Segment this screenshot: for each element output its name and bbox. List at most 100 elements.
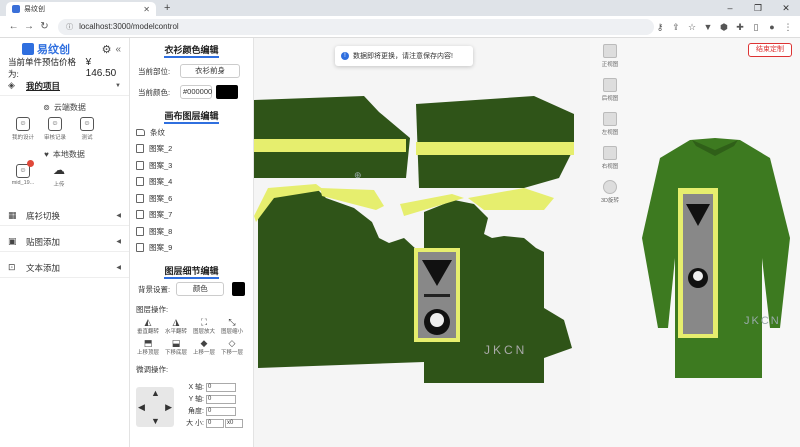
canvas-edit-title-text: 画布图层编辑 xyxy=(164,111,219,124)
sidebar: 易纹创 ⚙ « 当前单件预估价格为: ¥ 146.50 ◈ 我的项目 ▼ ⊚ 云端… xyxy=(0,38,130,447)
op-flip-horizontal[interactable]: ◮ 水平翻转 xyxy=(162,317,190,335)
coord-y-input[interactable]: 0 xyxy=(206,394,236,404)
layer-item[interactable]: 图案_6 xyxy=(136,190,247,207)
part-select[interactable]: 衣衫前身 xyxy=(180,64,240,78)
view-right-button[interactable]: 右视图 xyxy=(590,146,630,174)
info-icon[interactable]: ⓘ xyxy=(66,22,73,32)
menu-add-image[interactable]: ▣ 贴图添加 ◀ xyxy=(0,232,129,252)
reload-icon[interactable]: ↻ xyxy=(37,21,52,32)
op-label: 垂直翻转 xyxy=(136,329,159,335)
sleeve-left-stripe[interactable] xyxy=(254,139,406,152)
puzzle-icon[interactable]: ✚ xyxy=(734,21,746,33)
collar-stripe-right[interactable] xyxy=(468,188,554,210)
minimize-button[interactable]: – xyxy=(716,0,744,16)
close-window-button[interactable]: ✕ xyxy=(772,0,800,16)
arrow-left-icon[interactable]: ◀ xyxy=(138,402,145,413)
layer-item[interactable]: 图案_4 xyxy=(136,174,247,191)
upload-item[interactable]: ☁ 上传 xyxy=(48,164,70,202)
cloud-item[interactable]: ☺ 审核记录 xyxy=(44,117,66,141)
op-label: 图层缩小 xyxy=(220,329,243,335)
op-flip-vertical[interactable]: ◭ 垂直翻转 xyxy=(134,317,162,335)
layer-item[interactable]: 图案_3 xyxy=(136,157,247,174)
coord-size-input-2[interactable]: x0 xyxy=(225,418,243,428)
cloud-item[interactable]: ☺ 我的设计 xyxy=(12,117,34,141)
sleeve-left-piece[interactable] xyxy=(254,96,410,178)
arrow-down-icon[interactable]: ▼ xyxy=(151,416,160,426)
settings-icon[interactable]: ⚙ xyxy=(102,43,112,56)
tab-close-icon[interactable]: ✕ xyxy=(143,5,150,14)
send-backward-icon: ◇ xyxy=(228,338,236,348)
end-customize-button[interactable]: 结束定制 xyxy=(748,43,792,57)
cloud-items: ☺ 我的设计 ☺ 审核记录 ☺ 测试 xyxy=(0,117,129,141)
menu-swap-shirt[interactable]: ▦ 底衫切换 ◀ xyxy=(0,206,129,226)
text-icon: ⊡ xyxy=(8,262,16,272)
coord-angle-input[interactable]: 0 xyxy=(206,406,236,416)
back-body-piece[interactable] xyxy=(258,186,424,368)
brand-text: JKCN xyxy=(484,343,527,357)
app: 易纹创 ⚙ « 当前单件预估价格为: ¥ 146.50 ◈ 我的项目 ▼ ⊚ 云端… xyxy=(0,38,800,447)
op-send-bottom[interactable]: ⬓ 下移底层 xyxy=(162,338,190,356)
op-zoom-out[interactable]: ⤡ 图层缩小 xyxy=(218,317,246,335)
share-icon[interactable]: ⇪ xyxy=(670,21,682,33)
op-bring-forward[interactable]: ◆ 上移一层 xyxy=(190,338,218,356)
side-piece[interactable] xyxy=(544,308,572,358)
layer-item[interactable]: 条纹 xyxy=(136,124,247,141)
color-input[interactable]: #000000 xyxy=(180,85,212,99)
coord-label: X 轴: xyxy=(188,384,204,391)
canvas-edit-title: 画布图层编辑 xyxy=(130,101,253,124)
collapse-icon[interactable]: « xyxy=(115,44,121,55)
op-bring-top[interactable]: ⬒ 上移顶层 xyxy=(134,338,162,356)
maximize-button[interactable]: ❐ xyxy=(744,0,772,16)
arrow-right-icon[interactable]: ▶ xyxy=(165,402,172,413)
view-front-button[interactable]: 正视图 xyxy=(590,44,630,72)
coords: X 轴: 0 Y 轴: 0 角度: 0 大 小: 0 x0 xyxy=(182,381,243,429)
zoom-out-icon: ⤡ xyxy=(228,317,236,327)
sleeve-right-stripe[interactable] xyxy=(416,142,574,155)
menu-label: 贴图添加 xyxy=(26,236,61,247)
layer-item[interactable]: 图案_8 xyxy=(136,223,247,240)
key-icon[interactable]: ⚷ xyxy=(654,21,666,33)
layer-item[interactable]: 图案_7 xyxy=(136,207,247,224)
flip-horizontal-icon: ◮ xyxy=(172,317,180,327)
menu-add-text[interactable]: ⊡ 文本添加 ◀ xyxy=(0,258,129,278)
star-icon[interactable]: ☆ xyxy=(686,21,698,33)
file-icon xyxy=(136,243,144,253)
coord-size-input[interactable]: 0 xyxy=(206,418,224,428)
url-field[interactable]: ⓘ localhost:3000/modelcontrol xyxy=(58,18,654,35)
arrow-up-icon[interactable]: ▲ xyxy=(151,388,160,398)
view-left-button[interactable]: 左视图 xyxy=(590,112,630,140)
extension-v-icon[interactable]: ▼ xyxy=(702,21,714,33)
op-zoom-in[interactable]: ⛶ 图层放大 xyxy=(190,317,218,335)
new-tab-button[interactable]: + xyxy=(164,2,170,14)
price-value: ¥ 146.50 xyxy=(85,57,117,79)
color-swatch[interactable] xyxy=(216,85,238,99)
view-3d-button[interactable]: 3D旋转 xyxy=(590,180,630,208)
view-back-button[interactable]: 后视图 xyxy=(590,78,630,106)
layer-item[interactable]: 图案_9 xyxy=(136,240,247,257)
profile-icon[interactable]: ● xyxy=(766,21,778,33)
direction-pad[interactable]: ▲ ▼ ◀ ▶ xyxy=(136,387,174,427)
op-send-backward[interactable]: ◇ 下移一层 xyxy=(218,338,246,356)
back-icon[interactable]: ← xyxy=(6,21,21,32)
sidepanel-icon[interactable]: ▯ xyxy=(750,21,762,33)
cloud-data-label: ⊚ 云端数据 xyxy=(0,102,129,113)
view-label: 正视图 xyxy=(601,62,619,68)
browser-tab[interactable]: 易纹创 ✕ xyxy=(6,2,156,16)
bg-color-swatch[interactable] xyxy=(232,282,245,296)
layer-name: 图案_4 xyxy=(149,177,173,187)
op-label: 图层放大 xyxy=(192,329,215,335)
extension-icon[interactable]: ⬢ xyxy=(718,21,730,33)
bg-select[interactable]: 颜色 xyxy=(176,282,225,296)
cloud-item[interactable]: ☺ 测试 xyxy=(76,117,98,141)
fine-label: 微调操作: xyxy=(136,365,169,374)
forward-icon[interactable]: → xyxy=(21,21,36,32)
local-item[interactable]: ☺ mid_19... xyxy=(12,160,34,202)
coord-x-input[interactable]: 0 xyxy=(206,382,236,392)
model-preview[interactable]: 结束定制 JKCN xyxy=(630,38,800,447)
pattern-canvas[interactable]: JKCN ⊕ xyxy=(254,38,590,447)
layer-item[interactable]: 图案_2 xyxy=(136,141,247,158)
heart-icon: ♥ xyxy=(44,150,49,159)
my-projects-label: 我的项目 xyxy=(26,80,61,91)
menu-icon[interactable]: ⋮ xyxy=(782,21,794,33)
favicon-icon xyxy=(12,5,20,13)
